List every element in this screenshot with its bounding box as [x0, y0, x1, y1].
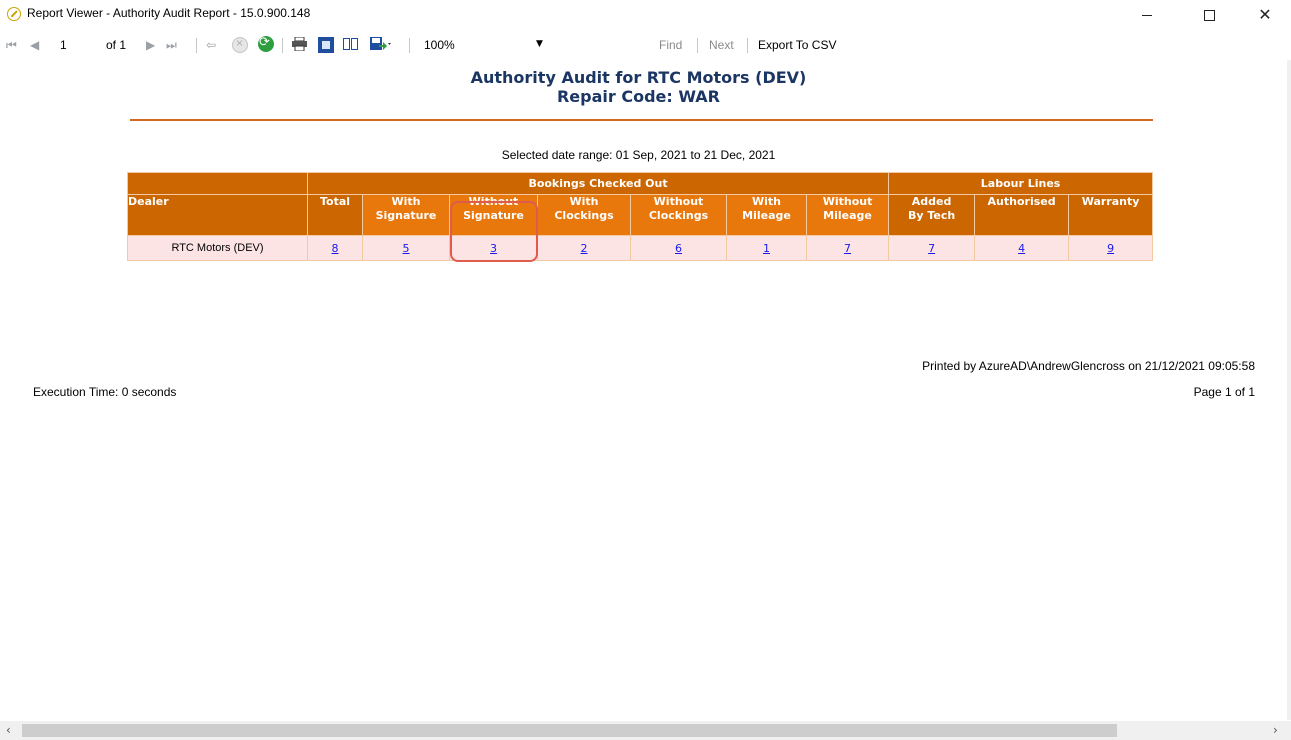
group-header-labour: Labour Lines: [888, 172, 1154, 195]
export-csv-button[interactable]: Export To CSV: [758, 38, 836, 52]
export-icon[interactable]: [370, 37, 392, 51]
without-mileage-link[interactable]: 7: [844, 242, 851, 255]
toolbar-separator: [747, 38, 748, 53]
stop-icon[interactable]: [232, 36, 248, 53]
back-icon[interactable]: ⇦: [206, 37, 216, 53]
with-clockings-cell: 2: [537, 235, 631, 261]
last-page-icon[interactable]: ⏭: [166, 37, 177, 53]
column-header-dealer: Dealer: [127, 194, 308, 236]
maximize-icon: [1203, 9, 1215, 21]
added-by-tech-cell: 7: [888, 235, 976, 261]
minimize-button[interactable]: [1124, 0, 1170, 30]
print-layout-icon[interactable]: [318, 37, 334, 53]
with-mileage-cell: 1: [726, 235, 807, 261]
first-page-icon[interactable]: ⏮: [6, 37, 17, 53]
dealer-cell: RTC Motors (DEV): [127, 235, 308, 261]
toolbar-separator: [409, 38, 410, 53]
scroll-left-icon[interactable]: ‹: [6, 723, 11, 737]
group-header-bookings: Bookings Checked Out: [306, 172, 890, 195]
authorised-cell: 4: [974, 235, 1070, 261]
with-clockings-link[interactable]: 2: [581, 242, 588, 255]
minimize-icon: [1142, 14, 1152, 16]
report-title: Authority Audit for RTC Motors (DEV): [470, 68, 807, 87]
column-header-warranty: Warranty: [1068, 194, 1154, 236]
column-header-added-by-tech: Added By Tech: [888, 194, 976, 236]
total-link[interactable]: 8: [332, 242, 339, 255]
window-title: Report Viewer - Authority Audit Report -…: [27, 6, 311, 20]
with-signature-cell: 5: [362, 235, 450, 261]
audit-table: Bookings Checked Out Labour Lines Dealer…: [127, 172, 1154, 261]
scroll-right-icon[interactable]: ›: [1273, 723, 1278, 737]
previous-page-icon[interactable]: ◀: [30, 37, 39, 53]
printed-by-label: Printed by AzureAD\AndrewGlencross on 21…: [922, 359, 1255, 373]
toolbar-separator: [282, 38, 283, 53]
zoom-dropdown[interactable]: 100% ▼: [422, 36, 550, 56]
added-by-tech-link[interactable]: 7: [928, 242, 935, 255]
execution-time-label: Execution Time: 0 seconds: [33, 385, 177, 399]
authorised-link[interactable]: 4: [1018, 242, 1025, 255]
page-setup-icon[interactable]: [343, 37, 358, 51]
with-mileage-link[interactable]: 1: [763, 242, 770, 255]
without-clockings-cell: 6: [630, 235, 727, 261]
column-header-with-signature: With Signature: [362, 194, 450, 236]
group-header-blank: [127, 172, 308, 195]
table-row: RTC Motors (DEV) 8 5 3 2 6 1 7 7 4 9: [127, 235, 1154, 261]
close-icon: ✕: [1258, 5, 1272, 24]
column-header-with-clockings: With Clockings: [537, 194, 631, 236]
total-cell: 8: [307, 235, 363, 261]
horizontal-scrollbar[interactable]: ‹ ›: [0, 721, 1291, 740]
vertical-scrollbar[interactable]: [1287, 60, 1291, 720]
refresh-icon[interactable]: [258, 35, 274, 52]
without-mileage-cell: 7: [805, 235, 890, 261]
page-number-input[interactable]: [56, 36, 108, 54]
find-input[interactable]: [562, 36, 654, 56]
column-header-with-mileage: With Mileage: [726, 194, 807, 236]
column-header-without-mileage: Without Mileage: [805, 194, 890, 236]
highlight-annotation: [450, 201, 538, 262]
report-canvas: Authority Audit for RTC Motors (DEV) Rep…: [0, 60, 1287, 720]
report-toolbar: ⏮ ◀ of 1 ▶ ⏭ ⇦ 100% ▼ Find Next Export T…: [0, 34, 1291, 58]
page-count-label: of 1: [106, 38, 127, 52]
maximize-button[interactable]: [1186, 0, 1232, 30]
date-range-label: Selected date range: 01 Sep, 2021 to 21 …: [501, 148, 776, 162]
chevron-down-icon: ▼: [536, 39, 543, 49]
column-header-authorised: Authorised: [974, 194, 1070, 236]
print-icon[interactable]: [292, 37, 307, 51]
scrollbar-thumb[interactable]: [22, 724, 1117, 737]
next-page-icon[interactable]: ▶: [146, 37, 155, 53]
with-signature-link[interactable]: 5: [403, 242, 410, 255]
toolbar-separator: [196, 38, 197, 53]
title-divider: [130, 119, 1153, 121]
column-header-without-clockings: Without Clockings: [630, 194, 727, 236]
report-subtitle: Repair Code: WAR: [556, 87, 720, 106]
page-number-label: Page 1 of 1: [1193, 385, 1255, 399]
find-next-link[interactable]: Next: [709, 38, 734, 52]
title-bar: Report Viewer - Authority Audit Report -…: [0, 0, 1291, 30]
app-icon: [7, 7, 21, 21]
without-clockings-link[interactable]: 6: [675, 242, 682, 255]
warranty-link[interactable]: 9: [1107, 242, 1114, 255]
zoom-value: 100%: [424, 38, 455, 52]
close-button[interactable]: ✕: [1242, 0, 1288, 30]
column-header-total: Total: [307, 194, 363, 236]
find-link[interactable]: Find: [659, 38, 682, 52]
toolbar-separator: [697, 38, 698, 53]
warranty-cell: 9: [1068, 235, 1154, 261]
